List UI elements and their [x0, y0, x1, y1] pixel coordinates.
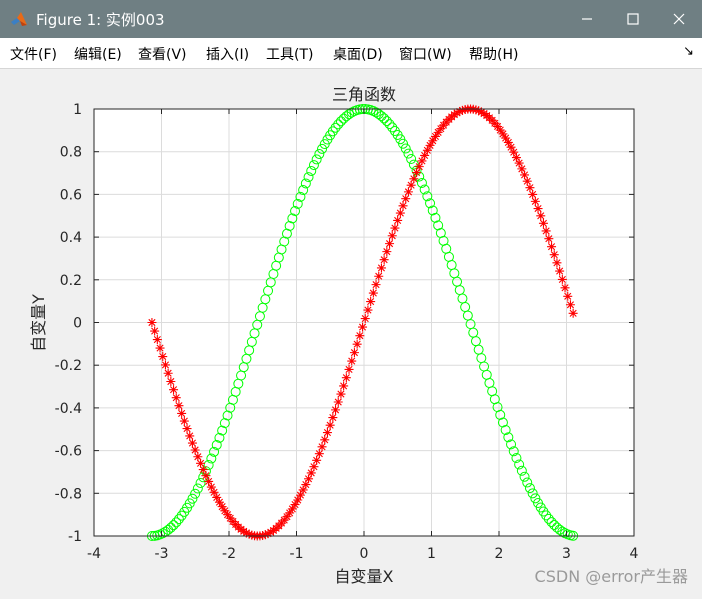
y-tick-label: 0.2: [60, 273, 82, 289]
menu-tools[interactable]: 工具(T): [266, 44, 313, 64]
y-tick-label: -0.4: [55, 401, 82, 417]
point-asterisk: [339, 381, 349, 391]
x-tick-label: -1: [290, 546, 304, 562]
y-tick-label: -0.2: [55, 358, 82, 374]
trig-chart: -4 -3 -2 -1 0 1 2 3 4 -1 -0.8 -0.6 -0.4 -0.2 0 0.2 0.4 0…: [29, 85, 639, 586]
point-asterisk: [152, 335, 162, 345]
point-asterisk: [150, 326, 160, 336]
point-asterisk: [341, 373, 351, 383]
window-titlebar[interactable]: Figure 1: 实例003: [0, 0, 702, 38]
window-title: Figure 1: 实例003: [36, 11, 165, 29]
y-tick-label: 1: [73, 102, 82, 118]
matlab-logo-icon: [11, 12, 27, 26]
point-asterisk: [385, 239, 395, 249]
menu-window[interactable]: 窗口(W): [399, 44, 452, 64]
y-tick-label: 0: [73, 316, 82, 332]
point-asterisk: [344, 364, 354, 374]
x-tick-label: -4: [87, 546, 101, 562]
point-asterisk: [565, 300, 575, 310]
y-tick-label: -1: [68, 529, 82, 545]
point-asterisk: [171, 393, 181, 403]
point-asterisk: [368, 288, 378, 298]
point-asterisk: [358, 322, 368, 332]
minimize-icon: [582, 18, 592, 20]
point-asterisk: [336, 389, 346, 399]
y-tick-label: -0.8: [55, 486, 82, 502]
watermark: CSDN @error产生器: [534, 567, 688, 586]
point-asterisk: [371, 280, 381, 290]
point-asterisk: [158, 352, 168, 362]
y-tick-label: 0.8: [60, 145, 82, 161]
point-asterisk: [560, 283, 570, 293]
point-asterisk: [347, 356, 357, 366]
menu-desktop[interactable]: 桌面(D): [333, 44, 383, 64]
maximize-icon: [627, 13, 639, 25]
x-tick-label: -2: [222, 546, 236, 562]
point-asterisk: [166, 377, 176, 386]
point-asterisk: [333, 397, 343, 407]
y-tick-label: 0.6: [60, 187, 82, 203]
y-tick-labels: -1 -0.8 -0.6 -0.4 -0.2 0 0.2 0.4 0.6 0.8 1: [55, 102, 82, 545]
point-asterisk: [366, 297, 376, 307]
point-asterisk: [568, 308, 578, 318]
point-asterisk: [379, 255, 389, 265]
menu-help[interactable]: 帮助(H): [469, 44, 518, 64]
point-asterisk: [349, 348, 359, 358]
point-asterisk: [547, 242, 557, 252]
point-asterisk: [147, 317, 157, 327]
point-asterisk: [552, 258, 562, 268]
point-asterisk: [174, 401, 184, 411]
point-asterisk: [328, 413, 338, 423]
point-asterisk: [541, 226, 551, 236]
point-asterisk: [169, 385, 179, 395]
menu-edit[interactable]: 编辑(E): [74, 44, 122, 64]
point-asterisk: [360, 314, 370, 324]
x-tick-label: 4: [630, 546, 639, 562]
point-asterisk: [563, 291, 573, 301]
point-asterisk: [557, 274, 567, 284]
y-axis-label: 自变量Y: [29, 294, 48, 352]
point-asterisk: [382, 247, 392, 257]
point-asterisk: [549, 250, 559, 260]
chart-title: 三角函数: [332, 85, 396, 104]
figure-canvas: -4 -3 -2 -1 0 1 2 3 4 -1 -0.8 -0.6 -0.4 -0.2 0 0.2 0.4 0…: [0, 69, 702, 595]
menu-view[interactable]: 查看(V): [138, 44, 187, 64]
dock-arrow-icon[interactable]: ↘: [683, 44, 694, 59]
x-tick-label: 2: [495, 546, 504, 562]
y-tick-label: -0.6: [55, 444, 82, 460]
x-tick-labels: -4 -3 -2 -1 0 1 2 3 4: [87, 546, 639, 562]
menu-insert[interactable]: 插入(I): [206, 44, 249, 64]
point-asterisk: [387, 231, 397, 241]
point-asterisk: [363, 305, 373, 315]
menu-file[interactable]: 文件(F): [10, 44, 57, 64]
point-asterisk: [163, 368, 173, 378]
point-asterisk: [555, 266, 565, 276]
point-asterisk: [177, 408, 187, 418]
x-tick-label: 3: [562, 546, 571, 562]
x-axis-label: 自变量X: [335, 567, 394, 586]
point-asterisk: [155, 343, 165, 353]
x-tick-label: -3: [155, 546, 169, 562]
point-asterisk: [544, 234, 554, 244]
point-asterisk: [160, 360, 170, 370]
point-asterisk: [374, 271, 384, 281]
minimize-button[interactable]: [564, 0, 610, 38]
x-tick-label: 0: [360, 546, 369, 562]
close-button[interactable]: [656, 0, 702, 38]
maximize-button[interactable]: [610, 0, 656, 38]
point-asterisk: [376, 263, 386, 273]
menubar: 文件(F) 编辑(E) 查看(V) 插入(I) 工具(T) 桌面(D) 窗口(W…: [0, 38, 702, 69]
close-icon: [673, 13, 685, 25]
point-asterisk: [331, 405, 341, 415]
x-tick-label: 1: [427, 546, 436, 562]
point-asterisk: [355, 331, 365, 341]
point-asterisk: [352, 339, 362, 349]
y-tick-label: 0.4: [60, 230, 82, 246]
